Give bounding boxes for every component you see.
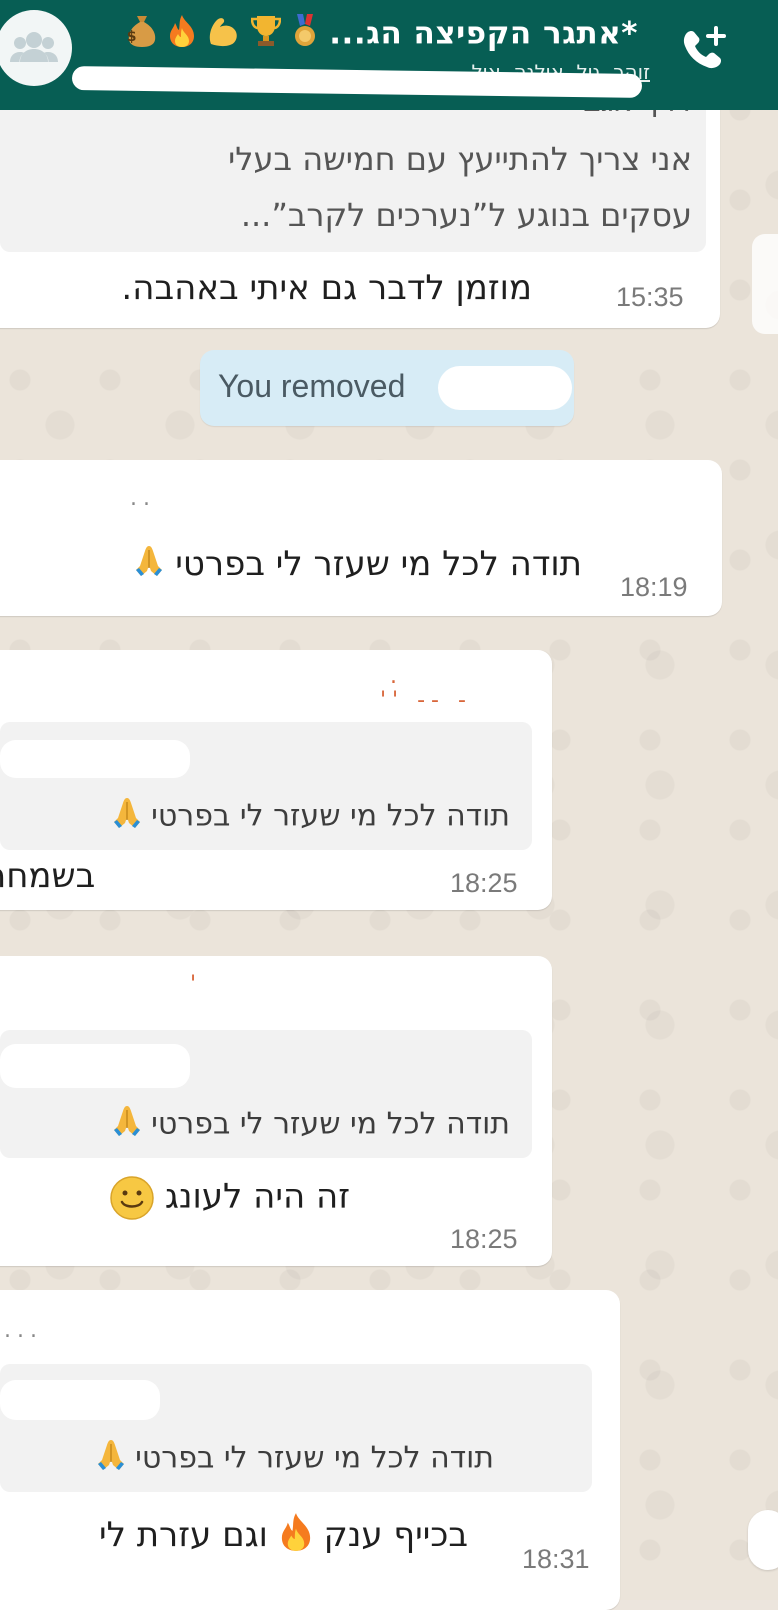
quoted-message[interactable]: תודה לכל מי שעזר לי בפרטי (0, 722, 532, 850)
group-title[interactable]: *אתגר הקפיצה הג... $ (78, 14, 638, 56)
muscle-icon (207, 14, 239, 56)
message-time: 18:25 (450, 868, 518, 898)
message-text-part-a: בכייף ענק (323, 1515, 468, 1555)
redaction-scribble (0, 740, 190, 778)
praying-hands-icon (112, 796, 142, 838)
quoted-text-content: תודה לכל מי שעזר לי בפרטי (151, 798, 510, 834)
message-bubble[interactable]: ... תודה לכל מי שעזר לי בפרטי בכייף ענק … (0, 1290, 620, 1610)
sender-name-redacted: .. (130, 486, 156, 511)
quoted-message[interactable]: תודה לכל מי שעזר לי בפרטי (0, 1364, 592, 1492)
fire-icon (279, 1512, 313, 1561)
quoted-line-2: עסקים בנוגע ל”נערכים לקרב”... (240, 196, 692, 234)
praying-hands-icon (96, 1438, 126, 1480)
message-text: תודה לכל מי שעזר לי בפרטי (134, 544, 582, 587)
praying-hands-icon (134, 544, 164, 587)
sender-name-redacted: ... (4, 1318, 43, 1343)
message-text: בשמחה (0, 856, 96, 896)
quoted-line-1: אני צריך להתייעץ עם חמישה בעלי (228, 140, 692, 178)
quoted-text-content: תודה לכל מי שעזר לי בפרטי (151, 1106, 510, 1142)
trophy-icon (250, 14, 281, 56)
svg-text:$: $ (127, 29, 137, 45)
system-notice-text: You removed (218, 368, 406, 404)
sender-name-redacted: ' (190, 972, 203, 997)
chat-header[interactable]: *אתגר הקפיצה הג... $ זוהר, גיל, אילנה, א… (0, 0, 778, 110)
quoted-message[interactable]: דרך אגב אני צריך להתייעץ עם חמישה בעלי ע… (0, 96, 706, 252)
praying-hands-icon (112, 1104, 142, 1146)
quoted-message[interactable]: תודה לכל מי שעזר לי בפרטי (0, 1030, 532, 1158)
add-call-icon[interactable] (680, 24, 728, 76)
group-icon (10, 32, 58, 62)
message-text-part-b: וגם עזרת לי (98, 1515, 268, 1555)
group-title-text: *אתגר הקפיצה הג... (329, 15, 638, 52)
system-notice: You removed (200, 350, 574, 426)
message-text-content: תודה לכל מי שעזר לי בפרטי (175, 544, 582, 584)
message-time: 18:31 (522, 1544, 590, 1574)
quoted-text-content: תודה לכל מי שעזר לי בפרטי (135, 1440, 494, 1476)
sender-name-redacted: . (390, 664, 403, 689)
message-text: זה היה לעונג (110, 1176, 350, 1220)
scrollbar-handle[interactable] (752, 234, 778, 334)
message-time: 18:19 (620, 572, 688, 602)
group-avatar[interactable] (0, 10, 72, 86)
redaction-scribble (438, 366, 572, 410)
message-bubble[interactable]: . '' -- - תודה לכל מי שעזר לי בפרטי בשמח… (0, 650, 552, 910)
medal-icon (292, 14, 318, 56)
message-bubble[interactable]: ' תודה לכל מי שעזר לי בפרטי זה היה לעונג… (0, 956, 552, 1266)
quoted-text: תודה לכל מי שעזר לי בפרטי (96, 1438, 494, 1480)
redaction-scribble (0, 1380, 160, 1420)
fire-icon (168, 14, 196, 56)
quoted-text: תודה לכל מי שעזר לי בפרטי (112, 796, 510, 838)
message-time: 18:25 (450, 1224, 518, 1254)
sender-phone-redacted: '' -- - (380, 688, 472, 713)
scroll-to-bottom-button[interactable] (748, 1510, 778, 1570)
message-text-content: זה היה לעונג (164, 1176, 350, 1217)
money-bag-icon: $ (127, 14, 157, 56)
message-text: בכייף ענק וגם עזרת לי (99, 1512, 468, 1561)
message-bubble[interactable]: דרך אגב אני צריך להתייעץ עם חמישה בעלי ע… (0, 96, 720, 328)
redaction-scribble (0, 1044, 190, 1088)
message-text: מוזמן לדבר גם איתי באהבה. (121, 268, 532, 308)
message-bubble[interactable]: .. תודה לכל מי שעזר לי בפרטי 18:19 (0, 460, 722, 616)
quoted-text: תודה לכל מי שעזר לי בפרטי (112, 1104, 510, 1146)
message-time: 15:35 (616, 282, 684, 312)
smiley-icon (110, 1176, 154, 1220)
